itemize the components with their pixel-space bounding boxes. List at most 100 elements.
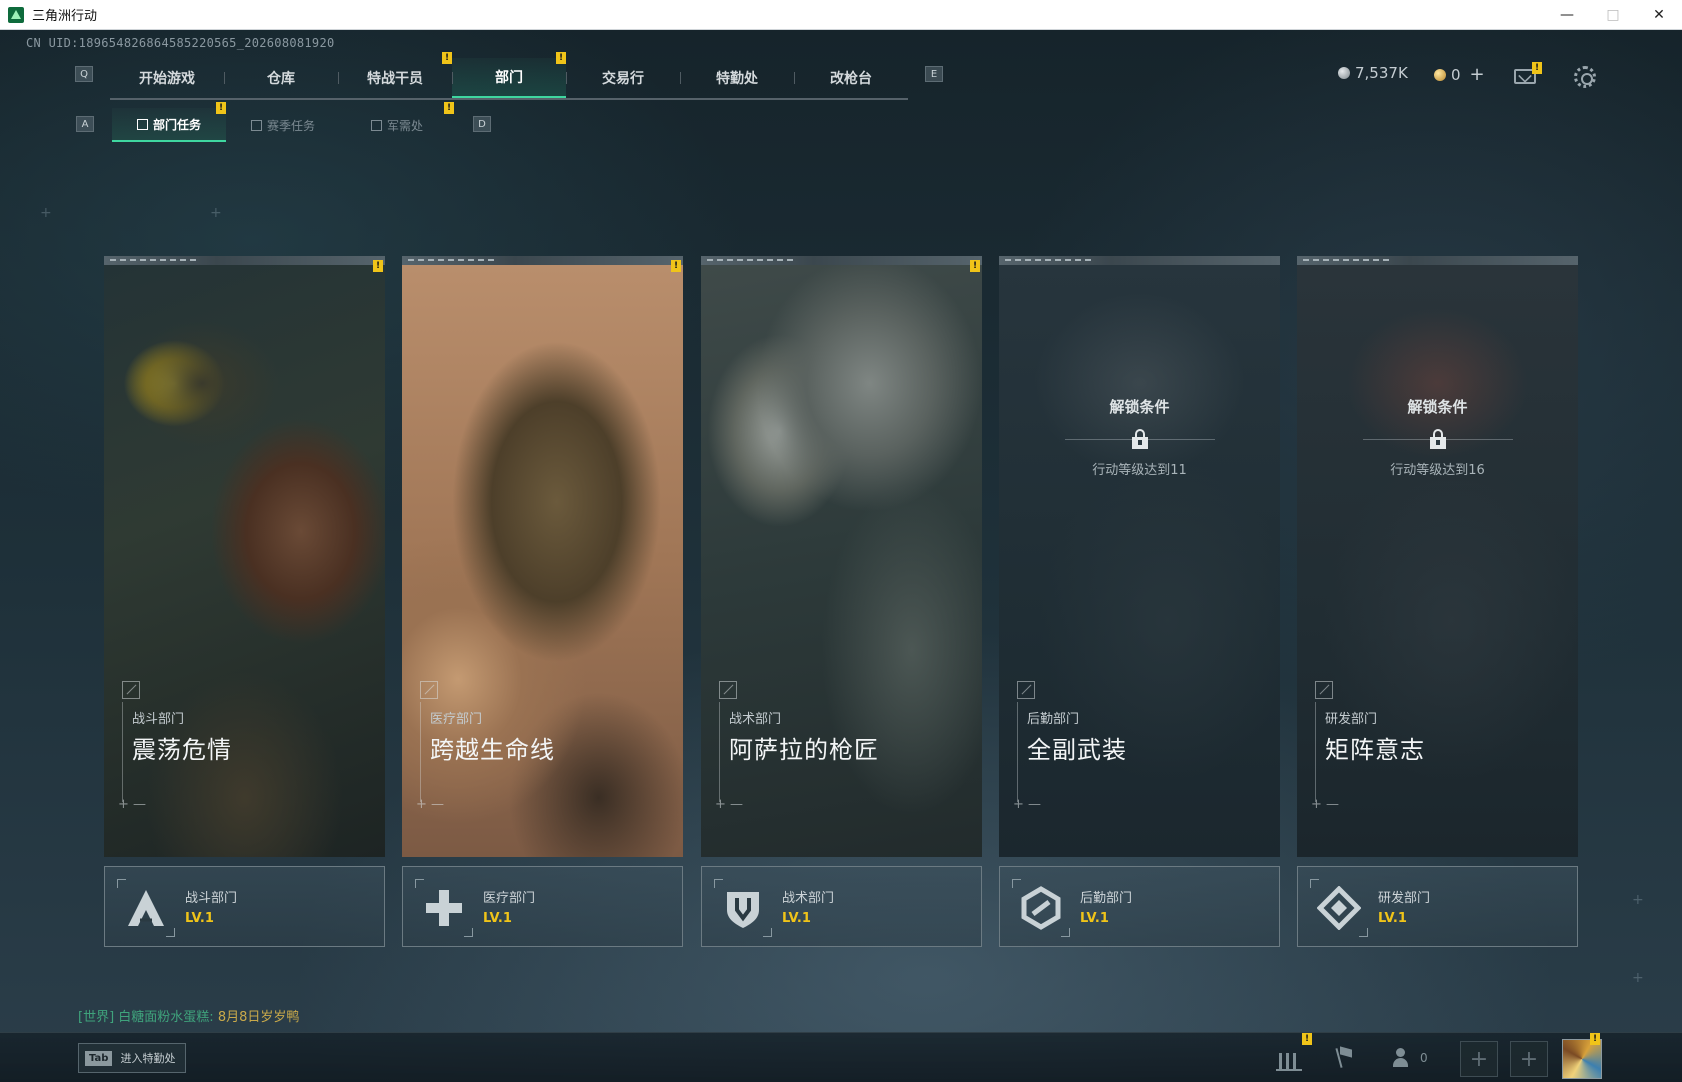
combat-dept-icon xyxy=(117,879,175,937)
stats-chart-icon[interactable] xyxy=(1276,1045,1302,1071)
plus-mark-icon: + — xyxy=(416,797,445,812)
tab-label: 交易行 xyxy=(602,71,644,87)
decor-cross-icon: + xyxy=(40,205,52,221)
level-panel-medical[interactable]: 医疗部门 LV.1 xyxy=(402,866,683,947)
lock-icon xyxy=(1429,429,1446,449)
maximize-button[interactable]: □ xyxy=(1590,0,1636,29)
level-panel-logistics[interactable]: 后勤部门 LV.1 xyxy=(999,866,1280,947)
tab-operators[interactable]: 特战干员! xyxy=(338,52,452,98)
app-logo-icon xyxy=(8,6,24,23)
department-card-medical[interactable]: ! + — 医疗部门 跨越生命线 xyxy=(402,256,683,857)
tab-departments[interactable]: 部门! xyxy=(452,52,566,98)
card-art-medical xyxy=(402,265,683,857)
plus-mark-icon: + — xyxy=(715,797,744,812)
gold-coin-icon xyxy=(1434,68,1446,81)
tab-label: 特战干员 xyxy=(367,71,423,87)
unlock-requirement: 解锁条件 行动等级达到16 xyxy=(1297,396,1578,478)
key-hint-prev-sub: A xyxy=(76,116,94,132)
medical-cross-icon xyxy=(415,879,473,937)
minimize-button[interactable]: — xyxy=(1544,0,1590,29)
card-topbar xyxy=(701,256,982,265)
alert-badge: ! xyxy=(1590,1033,1600,1045)
logistics-hex-icon xyxy=(1012,879,1070,937)
window-title: 三角洲行动 xyxy=(32,9,98,24)
decor-cross-icon: + xyxy=(1632,892,1644,908)
silver-amount: 7,537K xyxy=(1355,64,1408,82)
subtab-quartermaster[interactable]: 军需处 ! xyxy=(340,102,454,142)
alert-badge: ! xyxy=(444,102,454,114)
enter-special-ops-label: 进入特勤处 xyxy=(120,1052,176,1065)
close-button[interactable]: ✕ xyxy=(1636,0,1682,29)
bottom-bar: Tab 进入特勤处 ! 0 + + ! xyxy=(0,1032,1682,1082)
subtab-label: 赛季任务 xyxy=(266,118,315,133)
card-title: 阿萨拉的枪匠 xyxy=(729,736,879,764)
gear-icon[interactable] xyxy=(1574,66,1596,88)
key-hint-prev-main: Q xyxy=(75,66,93,82)
plus-mark-icon: + — xyxy=(1013,797,1042,812)
alert-badge: ! xyxy=(970,260,980,272)
tab-gunsmith[interactable]: 改枪台 xyxy=(794,58,908,98)
alert-badge: ! xyxy=(373,260,383,272)
level-value: LV.1 xyxy=(483,911,512,926)
card-title: 全副武装 xyxy=(1027,736,1127,764)
subtab-label: 部门任务 xyxy=(152,117,201,132)
level-panel-tactical[interactable]: 战术部门 LV.1 xyxy=(701,866,982,947)
sub-nav: 部门任务 ! 赛季任务 军需处 ! xyxy=(112,102,454,142)
level-panel-combat[interactable]: 战斗部门 LV.1 xyxy=(104,866,385,947)
alert-badge: ! xyxy=(1532,62,1542,74)
card-art-combat xyxy=(104,265,385,857)
department-card-combat[interactable]: ! + — 战斗部门 震荡危情 xyxy=(104,256,385,857)
card-guide-line xyxy=(420,702,421,802)
add-currency-button[interactable]: + xyxy=(1470,64,1485,85)
card-guide-line xyxy=(122,702,123,802)
corner-bracket-icon xyxy=(1017,681,1035,699)
tab-special-ops[interactable]: 特勤处 xyxy=(680,58,794,98)
card-art-logistics-locked xyxy=(999,265,1280,857)
subtab-department-tasks[interactable]: 部门任务 ! xyxy=(112,102,226,142)
card-art-tactical xyxy=(701,265,982,857)
corner-bracket-icon xyxy=(122,681,140,699)
department-card-logistics[interactable]: 解锁条件 行动等级达到11 + — 后勤部门 全副武装 xyxy=(999,256,1280,857)
subtab-season-tasks[interactable]: 赛季任务 xyxy=(226,108,340,142)
level-value: LV.1 xyxy=(1378,911,1407,926)
tab-start-game[interactable]: 开始游戏 xyxy=(110,58,224,98)
lock-icon xyxy=(1131,429,1148,449)
unlock-title: 解锁条件 xyxy=(1109,398,1170,416)
team-slot-1[interactable]: + xyxy=(1460,1041,1498,1077)
friends-icon[interactable] xyxy=(1390,1045,1416,1071)
world-chat-message[interactable]: [世界] 白糖面粉水蛋糕: 8月8日岁岁鸭 xyxy=(78,1006,299,1025)
player-avatar[interactable] xyxy=(1562,1039,1602,1079)
level-value: LV.1 xyxy=(185,911,214,926)
alert-badge: ! xyxy=(556,52,566,64)
tab-warehouse[interactable]: 仓库 xyxy=(224,58,338,98)
level-panel-research[interactable]: 研发部门 LV.1 xyxy=(1297,866,1578,947)
tab-label: 仓库 xyxy=(267,71,295,87)
card-department: 战术部门 xyxy=(729,712,782,727)
game-screen: CN UID:18965482686458522056​5_2026080819… xyxy=(0,30,1682,1082)
card-guide-line xyxy=(1315,702,1316,802)
unlock-condition: 行动等级达到11 xyxy=(1092,463,1187,478)
level-dept-name: 战斗部门 xyxy=(185,891,238,906)
flag-icon[interactable] xyxy=(1332,1045,1358,1071)
tab-trade[interactable]: 交易行 xyxy=(566,58,680,98)
department-card-research[interactable]: 解锁条件 行动等级达到16 + — 研发部门 矩阵意志 xyxy=(1297,256,1578,857)
plus-mark-icon: + — xyxy=(118,797,147,812)
card-department: 研发部门 xyxy=(1325,712,1378,727)
lock-divider xyxy=(1064,429,1215,449)
level-dept-name: 研发部门 xyxy=(1378,891,1431,906)
department-card-tactical[interactable]: ! + — 战术部门 阿萨拉的枪匠 xyxy=(701,256,982,857)
lock-divider xyxy=(1362,429,1513,449)
corner-bracket-icon xyxy=(719,681,737,699)
enter-special-ops-button[interactable]: Tab 进入特勤处 xyxy=(78,1043,187,1073)
card-guide-line xyxy=(1017,702,1018,802)
gold-currency: 0 + xyxy=(1434,64,1485,85)
decor-cross-icon: + xyxy=(1632,970,1644,986)
level-dept-name: 医疗部门 xyxy=(483,891,536,906)
card-title: 矩阵意志 xyxy=(1325,736,1425,764)
gold-amount: 0 xyxy=(1451,65,1461,84)
key-hint-next-sub: D xyxy=(473,116,491,132)
corner-bracket-icon xyxy=(420,681,438,699)
season-icon xyxy=(250,119,262,131)
card-topbar xyxy=(999,256,1280,265)
team-slot-2[interactable]: + xyxy=(1510,1041,1548,1077)
